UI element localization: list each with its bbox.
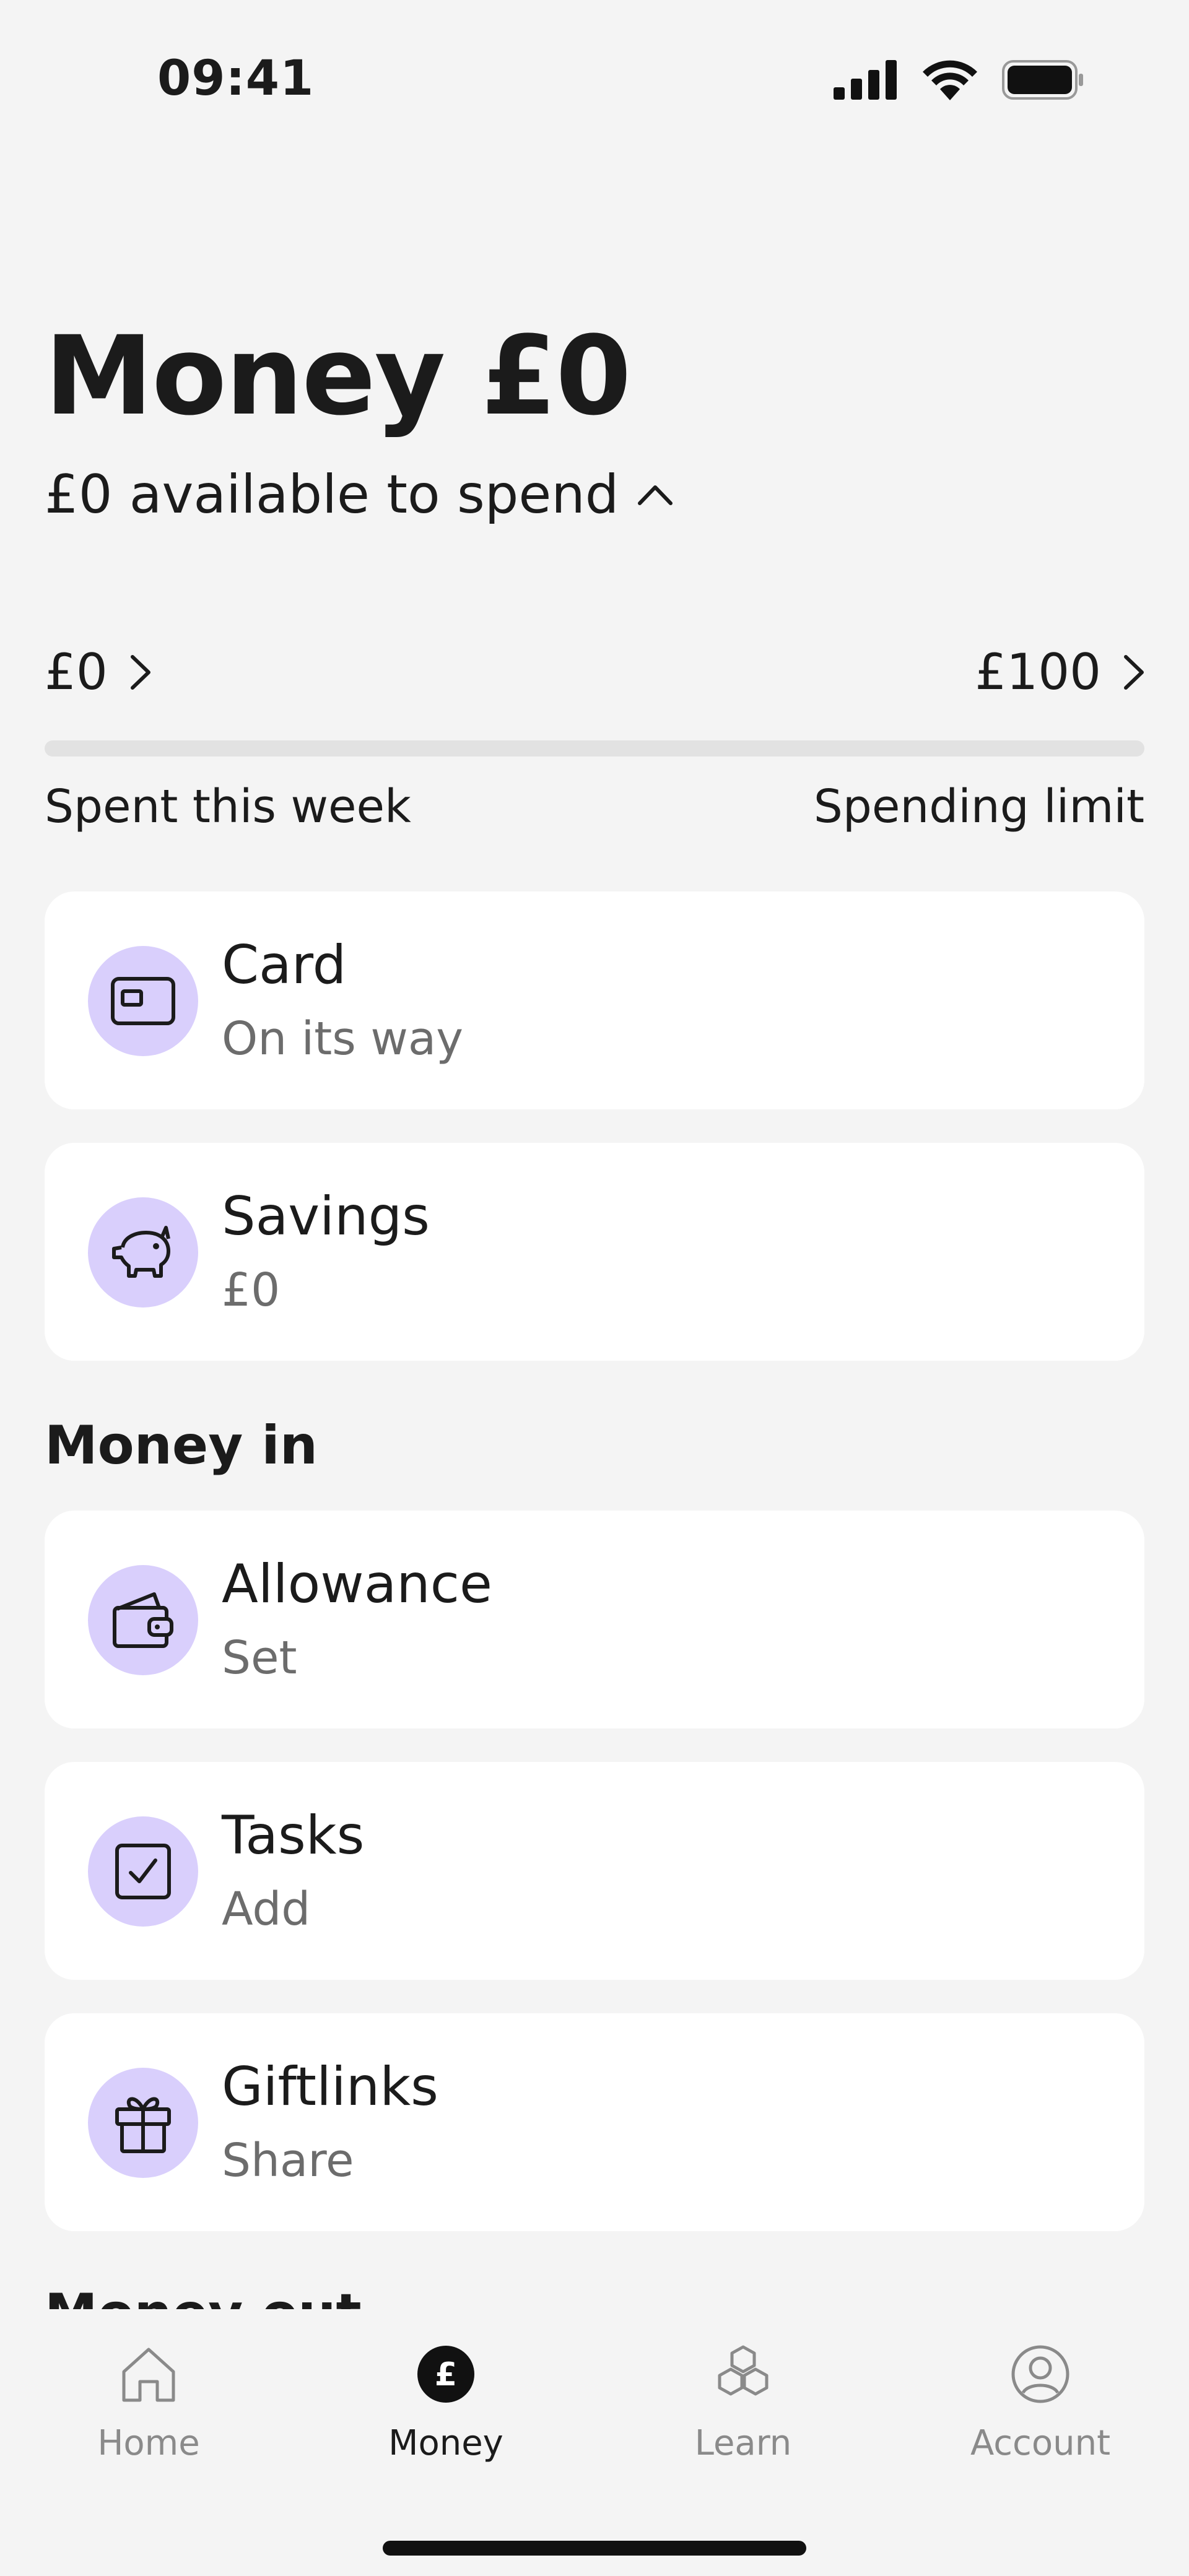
money-screen: 09:41 Money £0 £0 available to spend £0 [0,0,1189,2576]
card-title: Card [222,934,347,996]
card-subtitle: On its way [222,1012,463,1065]
hexagons-icon [709,2340,777,2408]
nav-learn[interactable]: Learn [632,2340,855,2463]
allowance-subtitle: Set [222,1631,297,1685]
giftlinks-subtitle: Share [222,2134,354,2187]
tasks-title: Tasks [222,1805,365,1867]
checkbox-icon [115,1844,171,1899]
nav-money[interactable]: £ Money [334,2340,557,2463]
nav-account-label: Account [970,2423,1111,2463]
giftlinks-row[interactable]: Giftlinks Share [45,2013,1144,2231]
gift-icon [115,2097,171,2153]
card-icon-circle [88,946,198,1056]
spent-this-week-label: Spent this week [45,780,411,833]
limit-amount: £100 [975,643,1101,701]
chevron-right-icon [1124,655,1144,690]
savings-icon-circle [88,1197,198,1308]
tasks-subtitle: Add [222,1883,311,1936]
chevron-up-icon [638,485,673,505]
status-icons [834,59,1084,100]
tasks-row[interactable]: Tasks Add [45,1762,1144,1980]
spending-limit-link[interactable]: £100 [975,648,1144,697]
spent-amount: £0 [45,643,108,701]
status-time: 09:41 [157,51,315,106]
spending-limit-label: Spending limit [813,780,1144,833]
allowance-title: Allowance [222,1553,492,1615]
battery-icon [1002,60,1083,100]
signal-icon [834,60,897,100]
giftlinks-icon-circle [88,2068,198,2178]
home-icon [115,2340,183,2408]
allowance-row[interactable]: Allowance Set [45,1511,1144,1728]
user-icon [1006,2340,1074,2408]
nav-home-label: Home [97,2423,200,2463]
spent-this-week-link[interactable]: £0 [45,648,151,697]
savings-row[interactable]: Savings £0 [45,1143,1144,1361]
money-in-heading: Money in [45,1415,318,1477]
page-title: Money £0 [45,313,632,440]
piggy-bank-icon [112,1226,170,1278]
available-to-spend-toggle[interactable]: £0 available to spend [45,468,673,521]
wifi-icon [923,60,977,100]
available-to-spend-text: £0 available to spend [45,464,619,526]
allowance-icon-circle [88,1565,198,1675]
nav-money-label: Money [388,2423,503,2463]
giftlinks-title: Giftlinks [222,2056,438,2118]
spending-progress-bar [45,740,1144,757]
svg-text:£: £ [435,2356,457,2393]
nav-learn-label: Learn [694,2423,792,2463]
bottom-nav: Home £ Money Learn Account [0,2309,1189,2576]
savings-title: Savings [222,1186,430,1247]
wallet-icon [113,1592,173,1648]
card-icon [111,977,175,1025]
savings-subtitle: £0 [222,1264,281,1317]
chevron-right-icon [130,655,150,690]
pound-icon: £ [412,2340,480,2408]
nav-account[interactable]: Account [929,2340,1152,2463]
home-indicator [383,2541,806,2556]
tasks-icon-circle [88,1816,198,1927]
nav-home[interactable]: Home [37,2340,260,2463]
card-row[interactable]: Card On its way [45,891,1144,1109]
